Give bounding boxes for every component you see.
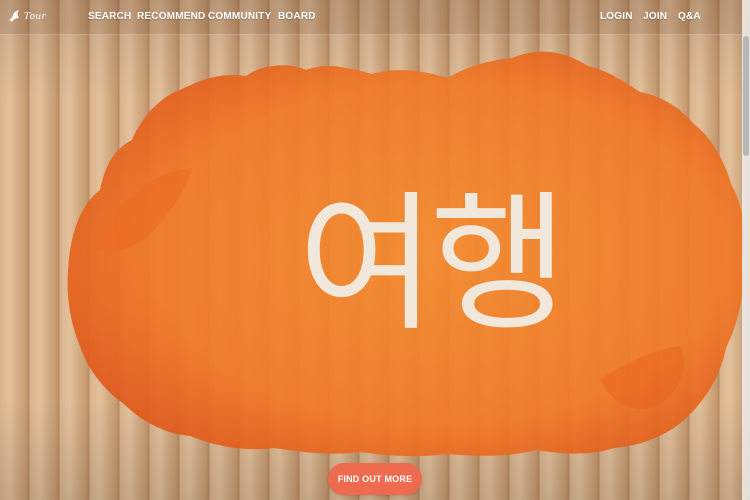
nav-item-community[interactable]: COMMUNITY: [208, 11, 271, 22]
find-out-more-button[interactable]: FIND OUT MORE: [328, 463, 422, 495]
nav-item-qa[interactable]: Q&A: [678, 11, 701, 22]
nav-item-login[interactable]: LOGIN: [600, 11, 633, 22]
logo-text: Tour: [24, 12, 47, 22]
page-scrollbar[interactable]: [742, 0, 750, 500]
nav-item-board[interactable]: BOARD: [278, 11, 316, 22]
nav-item-search[interactable]: SEARCH: [88, 11, 131, 22]
nav-item-join[interactable]: JOIN: [643, 11, 667, 22]
logo[interactable]: Tour: [6, 6, 46, 28]
top-navigation-bar: Tour SEARCH RECOMMEND COMMUNITY BOARD LO…: [0, 0, 742, 35]
hero-title: 여행: [298, 178, 568, 352]
nav-item-recommend[interactable]: RECOMMEND: [137, 11, 205, 22]
scrollbar-thumb[interactable]: [743, 36, 749, 156]
bird-logo-icon: [7, 10, 19, 22]
